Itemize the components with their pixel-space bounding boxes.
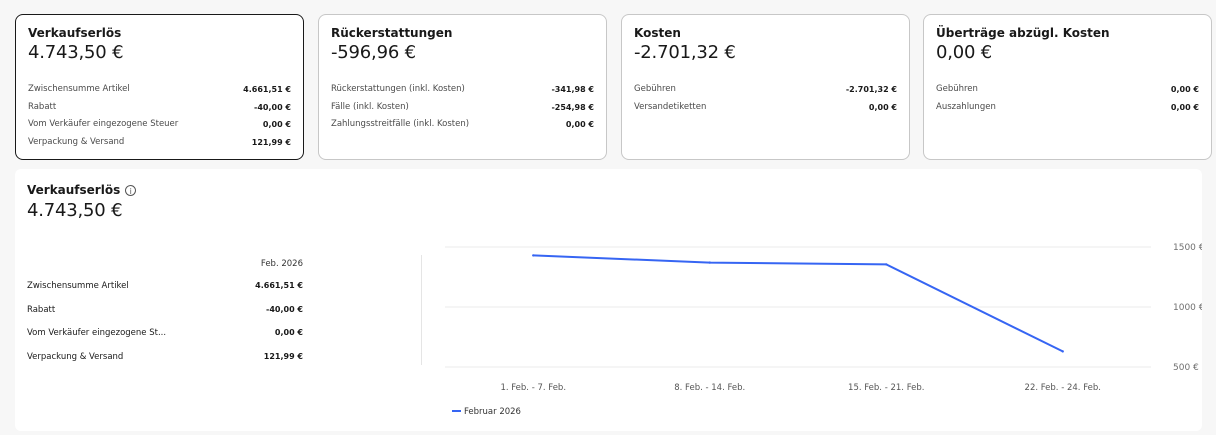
row-value: 0,00 €	[1170, 85, 1199, 94]
row-value: 121,99 €	[251, 137, 291, 147]
card-row: Versandetiketten 0,00 €	[634, 99, 897, 117]
data-point	[885, 263, 888, 266]
x-tick-label: 22. Feb. - 24. Feb.	[1025, 383, 1101, 393]
card-value: 0,00 €	[936, 42, 993, 63]
data-point	[708, 261, 711, 264]
card-value: 4.743,50 €	[28, 42, 124, 63]
card-value: -596,96 €	[331, 42, 416, 63]
card-row: Auszahlungen 0,00 €	[936, 99, 1199, 117]
row-label: Zwischensumme Artikel	[28, 84, 130, 94]
card-title: Kosten	[634, 26, 681, 40]
card-verkaufserloes[interactable]: Verkaufserlös 4.743,50 € Zwischensumme A…	[15, 14, 304, 160]
card-kosten[interactable]: Kosten -2.701,32 € Gebühren -2.701,32 € V…	[621, 14, 910, 160]
card-title: Überträge abzügl. Kosten	[936, 26, 1110, 40]
card-row: Zahlungsstreitfälle (inkl. Kosten) 0,00 €	[331, 116, 594, 134]
row-value: 0,00 €	[565, 120, 594, 129]
y-tick-label: 1500 €	[1173, 243, 1202, 253]
card-row: Gebühren 0,00 €	[936, 81, 1199, 99]
x-tick-label: 1. Feb. - 7. Feb.	[500, 383, 566, 393]
card-row: Gebühren -2.701,32 €	[634, 81, 897, 99]
row-label: Vom Verkäufer eingezogene Steuer	[28, 119, 179, 129]
card-uebertraege[interactable]: Überträge abzügl. Kosten 0,00 € Gebühren…	[923, 14, 1212, 160]
legend-label: Februar 2026	[464, 407, 521, 417]
row-label: Rabatt	[28, 101, 57, 112]
x-tick-label: 8. Feb. - 14. Feb.	[674, 383, 745, 393]
row-value: 0,00 €	[262, 120, 291, 129]
row-value: -254,98 €	[551, 102, 594, 112]
row-label: Gebühren	[634, 84, 676, 94]
row-value: -341,98 €	[551, 85, 594, 94]
line-chart: 1500 € 1000 € 500 € 1. Feb. - 7. Feb. 8. Feb…	[445, 243, 1202, 417]
card-title: Verkaufserlös	[28, 26, 122, 40]
card-title: Rückerstattungen	[331, 26, 453, 40]
row-value: -40,00 €	[254, 102, 291, 112]
card-row: Verpackung & Versand 121,99 €	[28, 134, 291, 152]
card-value: -2.701,32 €	[634, 42, 736, 63]
row-label: Rückerstattungen (inkl. Kosten)	[331, 84, 465, 94]
card-row: Vom Verkäufer eingezogene Steuer 0,00 €	[28, 116, 291, 134]
row-label: Gebühren	[936, 84, 978, 94]
row-label: Verpackung & Versand	[28, 136, 125, 147]
card-row: Rabatt -40,00 €	[28, 99, 291, 117]
row-label: Versandetiketten	[634, 101, 707, 112]
y-tick-label: 1000 €	[1173, 303, 1202, 313]
row-value: 4.661,51 €	[243, 85, 291, 94]
row-value: -2.701,32 €	[845, 85, 897, 94]
series-line	[533, 254, 1064, 353]
data-point	[1061, 350, 1064, 353]
summary-cards: Verkaufserlös 4.743,50 € Zwischensumme A…	[15, 14, 1212, 160]
row-value: 0,00 €	[1170, 102, 1199, 112]
x-tick-label: 15. Feb. - 21. Feb.	[848, 383, 924, 393]
y-tick-label: 500 €	[1173, 363, 1199, 373]
row-label: Fälle (inkl. Kosten)	[331, 101, 409, 112]
row-value: 0,00 €	[868, 102, 897, 112]
card-row: Zwischensumme Artikel 4.661,51 €	[28, 81, 291, 99]
row-label: Zahlungsstreitfälle (inkl. Kosten)	[331, 119, 470, 129]
card-rueckerstattungen[interactable]: Rückerstattungen -596,96 € Rückerstattun…	[318, 14, 607, 160]
chart-panel: Verkaufserlös 4.743,50 € Feb. 2026 Zwisc…	[15, 169, 1202, 431]
card-row: Rückerstattungen (inkl. Kosten) -341,98 €	[331, 81, 594, 99]
row-label: Auszahlungen	[936, 101, 996, 112]
data-point	[532, 254, 535, 257]
card-row: Fälle (inkl. Kosten) -254,98 €	[331, 99, 594, 117]
